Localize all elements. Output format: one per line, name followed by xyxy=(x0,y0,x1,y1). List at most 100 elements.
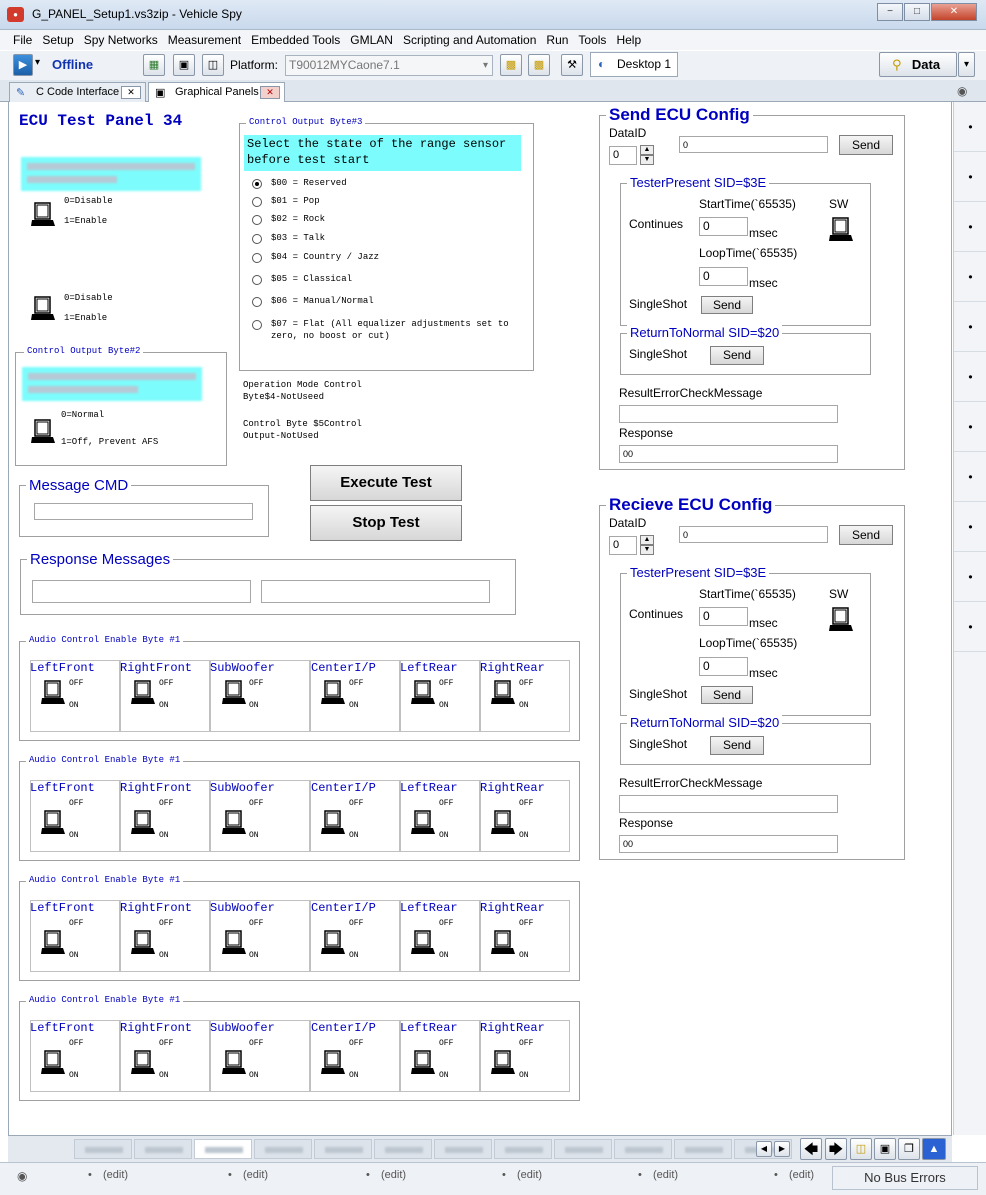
spin-down-icon[interactable]: ▼ xyxy=(640,155,654,165)
save-icon[interactable]: ▣ xyxy=(173,54,195,76)
close-button[interactable]: ✕ xyxy=(931,3,977,21)
strip-item[interactable]: • xyxy=(954,502,986,552)
spin-up-icon[interactable]: ▲ xyxy=(640,535,654,545)
tab-graphical-panels[interactable]: ▣ Graphical Panels ✕ xyxy=(148,82,285,102)
strip-item[interactable]: • xyxy=(954,152,986,202)
response-message-2[interactable] xyxy=(261,580,490,603)
strip-item[interactable]: • xyxy=(954,102,986,152)
result-output[interactable] xyxy=(619,405,838,423)
menu-item-setup[interactable]: Setup xyxy=(37,30,78,50)
option-radio[interactable] xyxy=(252,179,262,189)
status-edit-link[interactable]: (edit) xyxy=(381,1169,406,1181)
status-edit-link[interactable]: (edit) xyxy=(517,1169,542,1181)
database-icon[interactable]: ▩ xyxy=(500,54,522,76)
laptop-switch-icon[interactable] xyxy=(411,679,435,706)
dataid-input[interactable]: 0 xyxy=(609,146,637,165)
laptop-switch-icon[interactable] xyxy=(41,809,65,836)
execute-test-button[interactable]: Execute Test xyxy=(310,465,462,501)
laptop-switch-icon[interactable] xyxy=(491,679,515,706)
database-multi-icon[interactable]: ▩ xyxy=(528,54,550,76)
laptop-switch-icon[interactable] xyxy=(411,809,435,836)
platform-select[interactable]: T90012MYCaone7.1 ▾ xyxy=(285,55,493,76)
laptop-switch-icon[interactable] xyxy=(41,929,65,956)
status-edit-link[interactable]: (edit) xyxy=(103,1169,128,1181)
option-radio[interactable] xyxy=(252,215,262,225)
tab-scroll-right-icon[interactable]: ▶ xyxy=(774,1141,790,1157)
panel-page-tab[interactable] xyxy=(74,1139,132,1159)
laptop-switch-icon[interactable] xyxy=(131,1049,155,1076)
panel-page-tab[interactable] xyxy=(374,1139,432,1159)
panel-page-tab[interactable] xyxy=(674,1139,732,1159)
panel-page-tab[interactable] xyxy=(134,1139,192,1159)
run-icon[interactable]: ▶ xyxy=(13,54,33,76)
option-radio[interactable] xyxy=(252,253,262,263)
laptop-switch-icon[interactable] xyxy=(31,418,55,445)
option-radio[interactable] xyxy=(252,297,262,307)
menu-item-gmlan[interactable]: GMLAN xyxy=(345,30,398,50)
data-input[interactable]: 0 xyxy=(679,136,828,153)
panel-page-tab[interactable] xyxy=(314,1139,372,1159)
data-button[interactable]: ⚲ Data xyxy=(879,52,957,77)
laptop-switch-icon[interactable] xyxy=(222,929,246,956)
laptop-switch-icon[interactable] xyxy=(131,809,155,836)
laptop-switch-icon[interactable] xyxy=(41,1049,65,1076)
platform-icon[interactable]: ◫ xyxy=(202,54,224,76)
panel-page-tab[interactable] xyxy=(434,1139,492,1159)
laptop-switch-icon[interactable] xyxy=(41,679,65,706)
tab-scroll-left-icon[interactable]: ◀ xyxy=(756,1141,772,1157)
maximize-button[interactable]: □ xyxy=(904,3,930,21)
option-radio[interactable] xyxy=(252,234,262,244)
stop-test-button[interactable]: Stop Test xyxy=(310,505,462,541)
response-message-1[interactable] xyxy=(32,580,251,603)
singleshot-send-button[interactable]: Send xyxy=(701,686,753,704)
option-radio[interactable] xyxy=(252,197,262,207)
laptop-switch-icon[interactable] xyxy=(411,1049,435,1076)
menu-item-spy-networks[interactable]: Spy Networks xyxy=(79,30,163,50)
message-cmd-input[interactable] xyxy=(34,503,253,520)
tab-c-code-interface[interactable]: ✎ C Code Interface ✕ xyxy=(9,82,146,102)
strip-item[interactable]: • xyxy=(954,302,986,352)
panel-page-tab[interactable] xyxy=(614,1139,672,1159)
laptop-switch-icon[interactable] xyxy=(411,929,435,956)
send-button[interactable]: Send xyxy=(839,135,893,155)
camera-icon[interactable]: ◉ xyxy=(17,1169,27,1183)
strip-item[interactable]: • xyxy=(954,202,986,252)
spin-up-icon[interactable]: ▲ xyxy=(640,145,654,155)
return-normal-send-button[interactable]: Send xyxy=(710,736,764,755)
return-normal-send-button[interactable]: Send xyxy=(710,346,764,365)
laptop-switch-icon[interactable] xyxy=(491,809,515,836)
laptop-switch-icon[interactable] xyxy=(31,295,55,322)
arrow-left-icon[interactable]: 🡄 xyxy=(800,1138,822,1160)
laptop-switch-icon[interactable] xyxy=(321,809,345,836)
spin-down-icon[interactable]: ▼ xyxy=(640,545,654,555)
run-dropdown-icon[interactable]: ▾ xyxy=(35,57,40,68)
result-output[interactable] xyxy=(619,795,838,813)
arrow-right-icon[interactable]: 🡆 xyxy=(825,1138,847,1160)
status-edit-link[interactable]: (edit) xyxy=(789,1169,814,1181)
panel-page-tab[interactable] xyxy=(554,1139,612,1159)
laptop-switch-icon[interactable] xyxy=(321,929,345,956)
strip-item[interactable]: • xyxy=(954,552,986,602)
laptop-switch-icon[interactable] xyxy=(829,216,853,243)
hardware-icon[interactable]: ▦ xyxy=(143,54,165,76)
menu-item-help[interactable]: Help xyxy=(611,30,646,50)
strip-item[interactable]: • xyxy=(954,602,986,652)
loop-time-input[interactable]: 0 xyxy=(699,657,748,676)
minimize-button[interactable]: − xyxy=(877,3,903,21)
laptop-switch-icon[interactable] xyxy=(491,1049,515,1076)
send-button[interactable]: Send xyxy=(839,525,893,545)
menu-item-measurement[interactable]: Measurement xyxy=(163,30,246,50)
data-input[interactable]: 0 xyxy=(679,526,828,543)
laptop-switch-icon[interactable] xyxy=(829,606,853,633)
laptop-switch-icon[interactable] xyxy=(491,929,515,956)
desktop-tab[interactable]: ◐ Desktop 1 xyxy=(590,52,678,77)
menu-item-scripting-and-automation[interactable]: Scripting and Automation xyxy=(398,30,541,50)
laptop-switch-icon[interactable] xyxy=(131,679,155,706)
response-output[interactable]: 00 xyxy=(619,835,838,853)
loop-time-input[interactable]: 0 xyxy=(699,267,748,286)
menu-item-embedded-tools[interactable]: Embedded Tools xyxy=(246,30,345,50)
open-folder-icon[interactable]: ◫ xyxy=(850,1138,872,1160)
lock-icon[interactable]: ▲ xyxy=(922,1138,946,1160)
status-edit-link[interactable]: (edit) xyxy=(243,1169,268,1181)
strip-item[interactable]: • xyxy=(954,452,986,502)
